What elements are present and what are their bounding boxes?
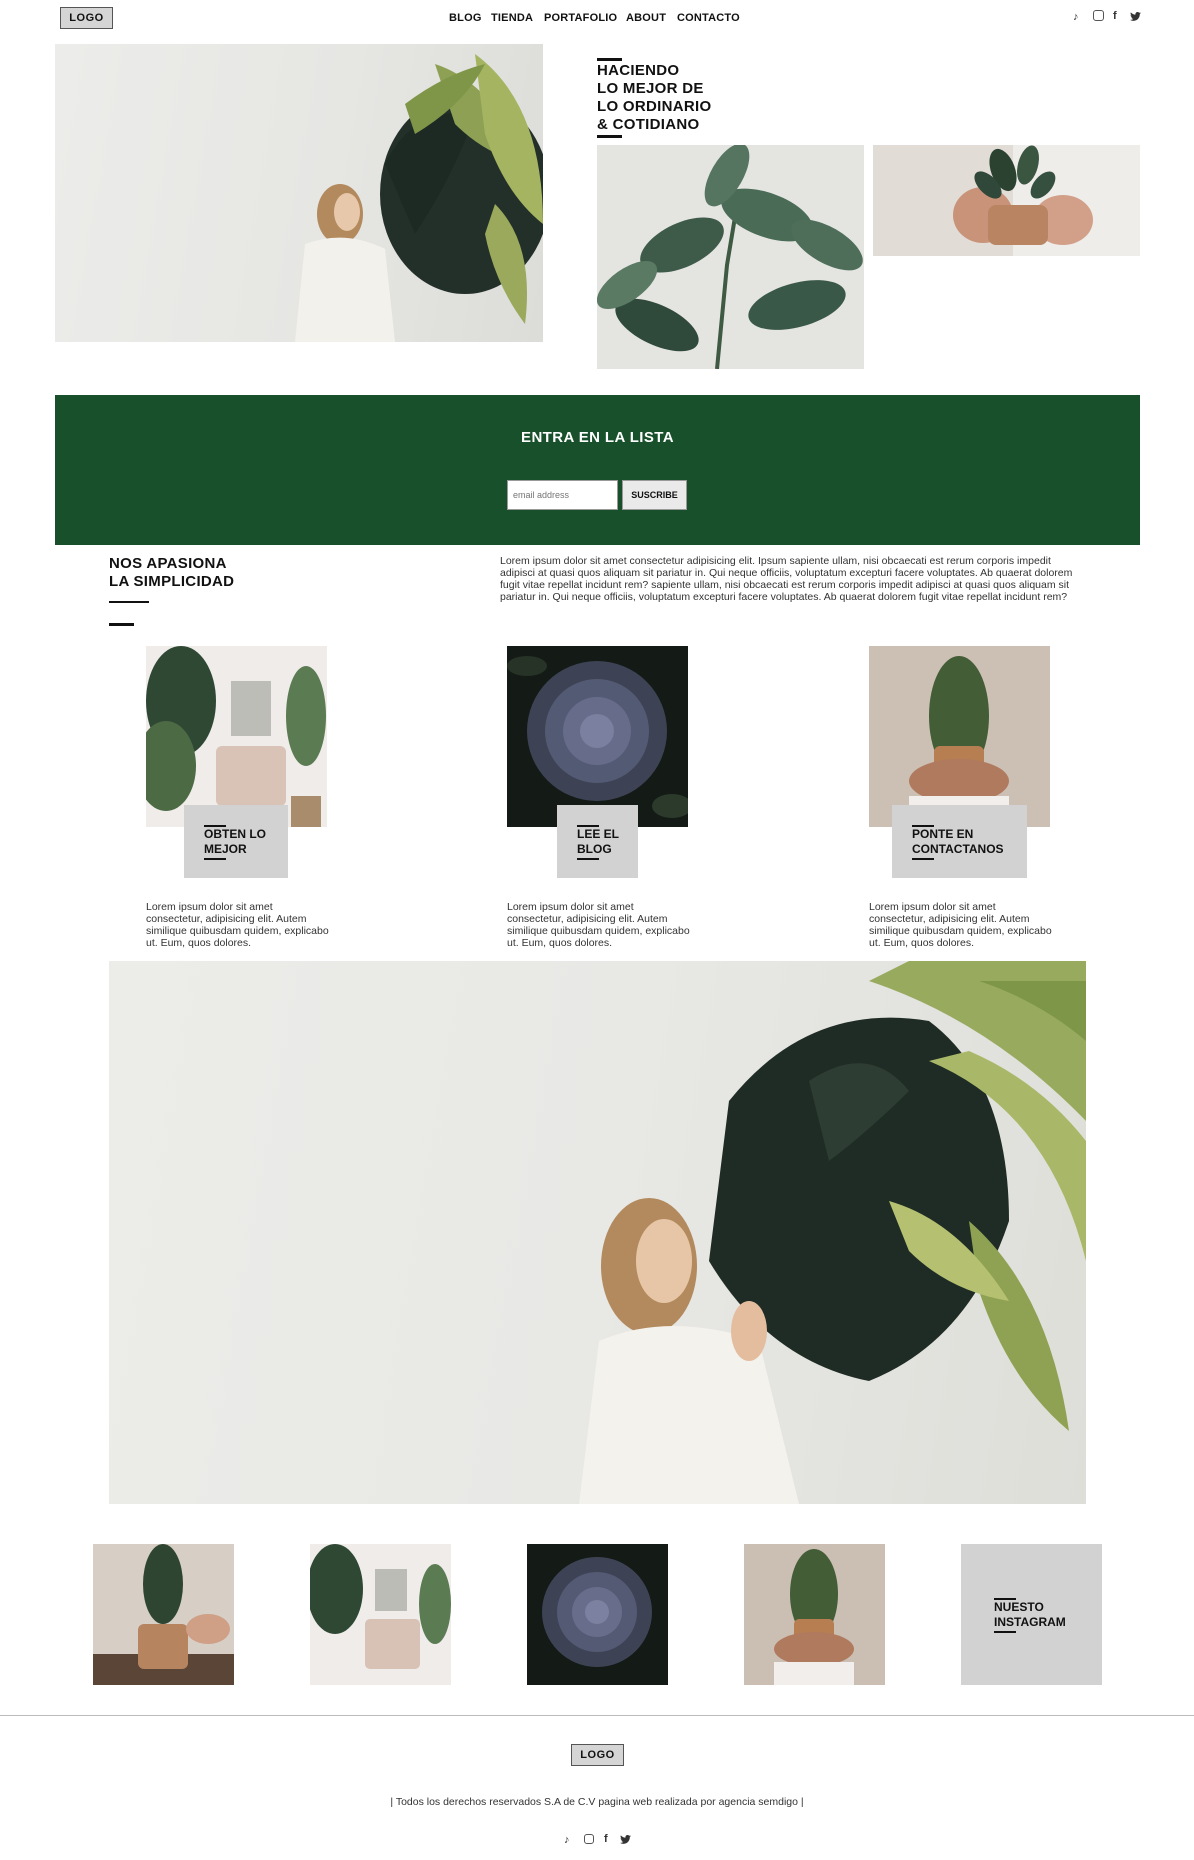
nav-portafolio[interactable]: PORTAFOLIO [544,12,617,24]
hero-heading-line: & COTIDIANO [597,116,700,133]
card-label-line: PONTE EN [912,827,974,841]
instagram-label-tile[interactable]: NUESTO INSTAGRAM [961,1544,1102,1685]
about-heading-line: LA SIMPLICIDAD [109,573,235,590]
about-paragraph: Lorem ipsum dolor sit amet consectetur a… [500,555,1073,603]
instagram-label-line: NUESTO [994,1600,1044,1614]
nav-contacto[interactable]: CONTACTO [677,12,740,24]
card-label-line: LEE EL [577,827,620,841]
card-2-succulent-photo [507,646,688,827]
footer-logo[interactable]: LOGO [571,1744,624,1766]
hero-heading-line: LO MEJOR DE [597,80,704,97]
newsletter-section: ENTRA EN LA LISTA SUSCRIBE [55,395,1140,545]
heading-bottom-bar [597,135,622,138]
card-3-pot-face-photo [869,646,1050,827]
card-1-label[interactable]: OBTEN LO MEJOR [184,805,288,878]
card-2-label[interactable]: LEE EL BLOG [557,805,638,878]
card-label-underline [912,858,934,860]
card-label-line: OBTEN LO [204,827,266,841]
footer-divider [0,1715,1194,1716]
card-3-label[interactable]: PONTE EN CONTACTANOS [892,805,1027,878]
feature-woman-plant-photo [109,961,1086,1504]
card-1-text: Lorem ipsum dolor sit amet consectetur, … [146,901,329,949]
nav-blog[interactable]: BLOG [449,12,482,24]
instagram-label-line: INSTAGRAM [994,1615,1066,1629]
about-divider-bar [109,601,149,603]
instagram-photo[interactable] [744,1544,885,1685]
card-label-line: MEJOR [204,842,247,856]
about-divider-bar-short [109,623,134,626]
card-label-line: CONTACTANOS [912,842,1004,856]
hero-woman-plant-photo [55,44,543,342]
instagram-icon[interactable] [584,1834,594,1844]
about-heading-line: NOS APASIONA [109,555,227,572]
hands-holding-plant-photo [873,145,1140,256]
tiktok-icon[interactable]: ♪ [564,1834,570,1846]
card-2-text: Lorem ipsum dolor sit amet consectetur, … [507,901,690,949]
hero-heading-line: LO ORDINARIO [597,98,712,115]
instagram-photo[interactable] [527,1544,668,1685]
card-label-line: BLOG [577,842,612,856]
card-3-text: Lorem ipsum dolor sit amet consectetur, … [869,901,1052,949]
nav-tienda[interactable]: TIENDA [491,12,533,24]
heading-top-bar [597,58,622,61]
card-label-underline [204,858,226,860]
hero-heading: HACIENDO LO MEJOR DE LO ORDINARIO & COTI… [597,58,712,138]
email-input[interactable] [507,480,618,510]
card-label-underline [577,858,599,860]
subscribe-button[interactable]: SUSCRIBE [622,480,687,510]
footer-copyright: | Todos los derechos reservados S.A de C… [390,1796,804,1808]
twitter-icon[interactable] [1130,12,1141,21]
card-1-interior-plants-photo [146,646,327,827]
about-heading: NOS APASIONA LA SIMPLICIDAD [109,555,234,591]
instagram-photo[interactable] [93,1544,234,1685]
facebook-icon[interactable]: f [604,1833,608,1845]
facebook-icon[interactable]: f [1113,10,1117,22]
header-logo[interactable]: LOGO [60,7,113,29]
newsletter-title: ENTRA EN LA LISTA [521,429,674,446]
hero-heading-line: HACIENDO [597,62,680,79]
twitter-icon[interactable] [620,1835,631,1844]
instagram-label-underline [994,1631,1016,1633]
rubber-plant-photo [597,145,864,369]
instagram-photo[interactable] [310,1544,451,1685]
instagram-icon[interactable] [1093,10,1104,21]
tiktok-icon[interactable]: ♪ [1073,11,1079,23]
nav-about[interactable]: ABOUT [626,12,666,24]
